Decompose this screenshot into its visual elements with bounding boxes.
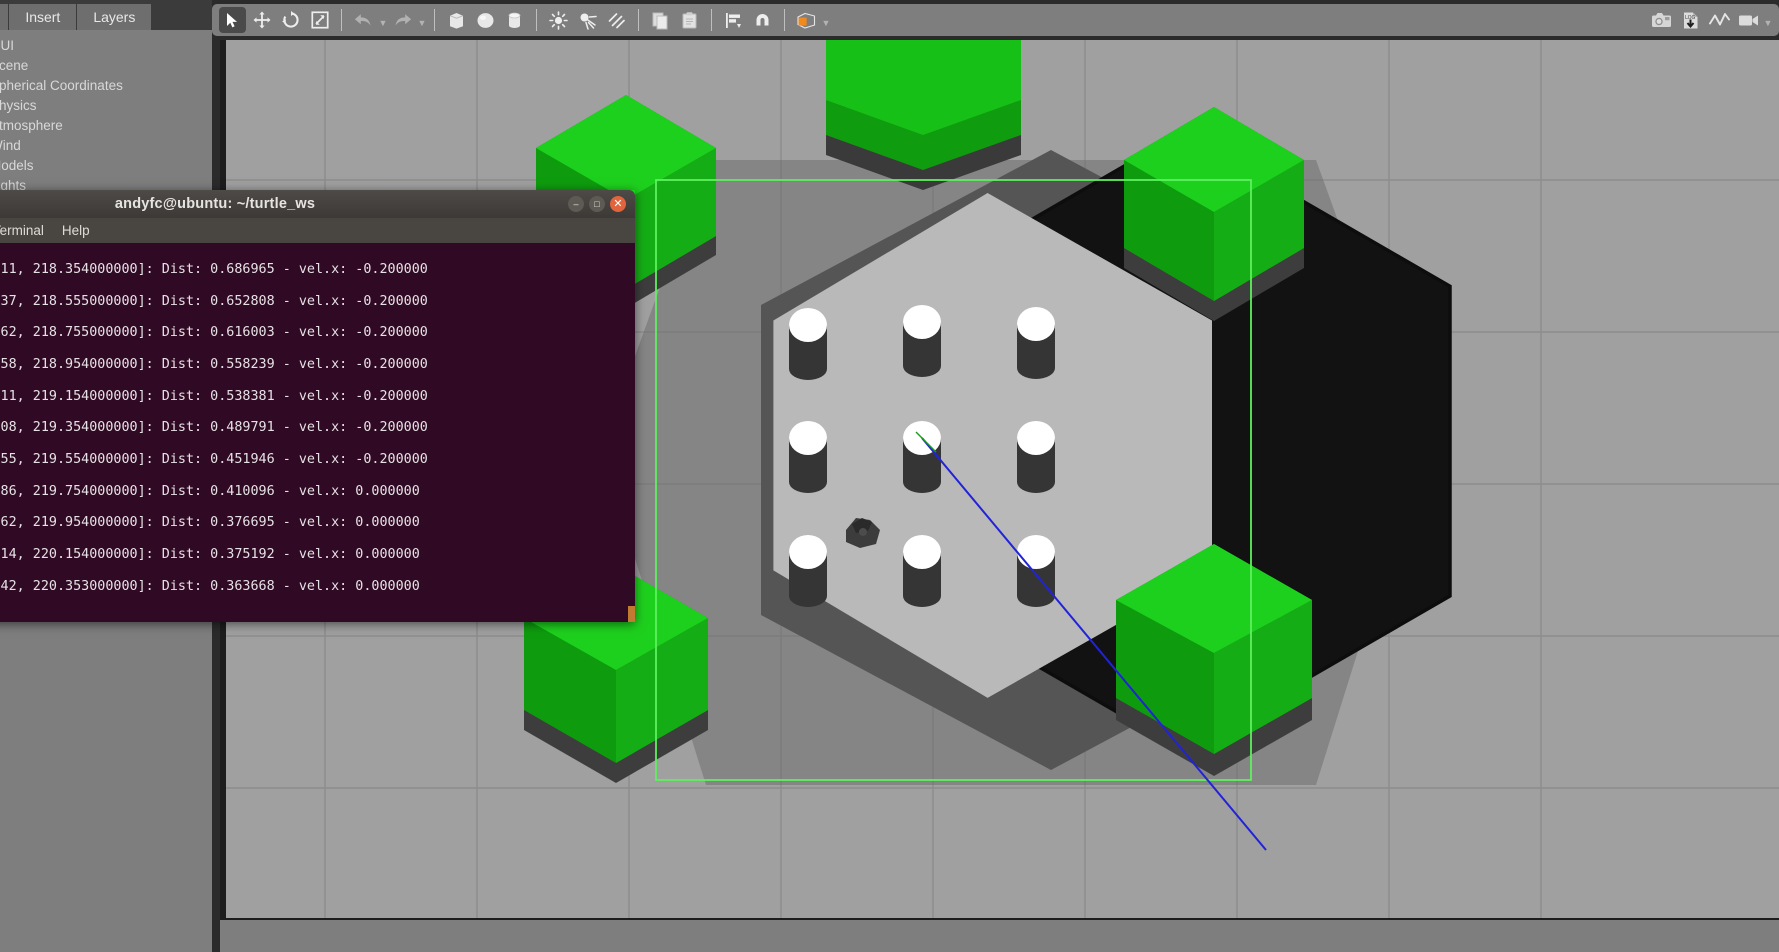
tree-item-physics[interactable]: Physics [0,96,212,116]
pillar [1017,535,1055,607]
panel-tab-insert-label: Insert [25,9,61,25]
terminal-line: vel.z: 0.400000 [0,563,635,579]
terminal-title-bar[interactable]: andyfc@ubuntu: ~/turtle_ws – □ ✕ [0,190,635,218]
terminal-line: INFO] [1594019861.725352262, 218.7550000… [0,325,428,341]
pillar [1017,421,1055,493]
terminal-line: - vel.z: 0.000000 [0,278,635,294]
terminal-line: INFO] [1594019862.125923211, 219.1540000… [0,388,428,404]
close-icon[interactable]: ✕ [610,196,626,212]
panel-tab-bar: World Insert Layers [0,0,212,30]
terminal-line: - vel.z: 0.000000 [0,309,635,325]
terminal-line: INFO] [1594019861.321186811, 218.3540000… [0,261,428,277]
window-controls: – □ ✕ [568,196,626,212]
cylinder-icon[interactable] [501,7,528,33]
maximize-icon[interactable]: □ [589,196,605,212]
terminal-line: INFO] [1594019861.924521758, 218.9540000… [0,356,428,372]
minimize-icon[interactable]: – [568,196,584,212]
pillar [789,421,827,493]
terminal-title-text: andyfc@ubuntu: ~/turtle_ws [114,196,316,212]
terminal-line: INFO] [1594019862.731891886, 219.7540000… [0,483,420,499]
redo-icon[interactable] [389,7,416,33]
menu-item-help[interactable]: Help [53,223,99,238]
snap-magnet-icon[interactable] [749,7,776,33]
copy-icon[interactable] [647,7,674,33]
plot-chart-icon[interactable] [1706,7,1733,33]
video-record-icon[interactable] [1735,7,1762,33]
box-icon[interactable] [443,7,470,33]
toolbar-separator-6 [784,9,785,31]
panel-tab-insert[interactable]: Insert [9,4,78,30]
terminal-line: - vel.z: 0.000000 [0,246,635,262]
panel-tab-layers[interactable]: Layers [77,4,153,30]
select-arrow-icon[interactable] [219,7,246,33]
terminal-output[interactable]: - vel.z: 0.000000INFO] [1594019861.32118… [0,243,635,622]
terminal-line: - vel.z: 0.000000 [0,404,635,420]
terminal-resize-handle[interactable] [628,606,635,622]
view-angle-cube-icon[interactable] [793,7,820,33]
main-toolbar: ▼ ▼ ▼ LOG ▼ [212,4,1779,36]
terminal-window[interactable]: andyfc@ubuntu: ~/turtle_ws – □ ✕ File Ed… [0,190,635,622]
directional-light-icon[interactable] [603,7,630,33]
pillar [1017,307,1055,379]
terminal-line: INFO] [1594019863.133488514, 220.1540000… [0,547,420,563]
terminal-line: vel.z: 0.400000 [0,531,635,547]
gazebo-window: World Insert Layers GUI Scene Spherical … [0,0,1779,952]
panel-tab-world[interactable]: World [0,4,10,30]
terminal-line: INFO] [1594019863.332940042, 220.3530000… [0,578,420,594]
toolbar-separator-3 [536,9,537,31]
terminal-line: INFO] [1594019862.529606055, 219.5540000… [0,451,428,467]
maximize-glyph: □ [594,198,600,209]
point-light-icon[interactable] [545,7,572,33]
terminal-line: INFO] [1594019862.328529908, 219.3540000… [0,420,428,436]
tree-item-models[interactable]: Models [0,156,212,176]
redo-chevron-down-icon[interactable]: ▼ [417,7,427,33]
terminal-line: vel.z: 0.400000 [0,595,635,611]
pillar [903,535,941,607]
toolbar-separator-1 [341,9,342,31]
terminal-line: - vel.z: 0.000000 [0,373,635,389]
paste-icon[interactable] [676,7,703,33]
toolbar-separator-2 [434,9,435,31]
status-bar [220,918,1779,952]
align-icon[interactable] [720,7,747,33]
toolbar-separator-5 [711,9,712,31]
log-record-icon[interactable]: LOG [1677,7,1704,33]
tree-item-gui[interactable]: GUI [0,36,212,56]
screenshot-camera-icon[interactable] [1648,7,1675,33]
undo-chevron-down-icon[interactable]: ▼ [378,7,388,33]
terminal-menu-bar: File Edit View Search Terminal Help [0,218,635,243]
pillar [903,305,941,377]
spot-light-icon[interactable] [574,7,601,33]
undo-icon[interactable] [350,7,377,33]
view-angle-chevron-down-icon[interactable]: ▼ [821,7,831,33]
menu-item-terminal[interactable]: Terminal [0,223,53,238]
minimize-glyph: – [573,198,579,209]
rotate-icon[interactable] [277,7,304,33]
sphere-icon[interactable] [472,7,499,33]
terminal-line: INFO] [1594019862.932504762, 219.9540000… [0,515,420,531]
close-glyph: ✕ [613,197,623,210]
terminal-line: - vel.z: 0.000000 [0,436,635,452]
tree-item-atmosphere[interactable]: Atmosphere [0,116,212,136]
pillar [903,421,941,493]
translate-move-icon[interactable] [248,7,275,33]
panel-tab-layers-label: Layers [93,9,136,25]
terminal-line: - vel.z: 0.000000 [0,341,635,357]
video-record-chevron-down-icon[interactable]: ▼ [1763,7,1773,33]
tree-item-scene[interactable]: Scene [0,56,212,76]
tree-item-spherical-coordinates[interactable]: Spherical Coordinates [0,76,212,96]
tree-item-wind[interactable]: Wind [0,136,212,156]
terminal-line: - vel.z: 0.000000 [0,468,635,484]
pillar [789,308,827,380]
terminal-line: INFO] [1594019861.524710237, 218.5550000… [0,293,428,309]
scale-icon[interactable] [306,7,333,33]
pillar [789,535,827,607]
toolbar-separator-4 [638,9,639,31]
terminal-line: vel.z: 0.400000 [0,500,635,516]
